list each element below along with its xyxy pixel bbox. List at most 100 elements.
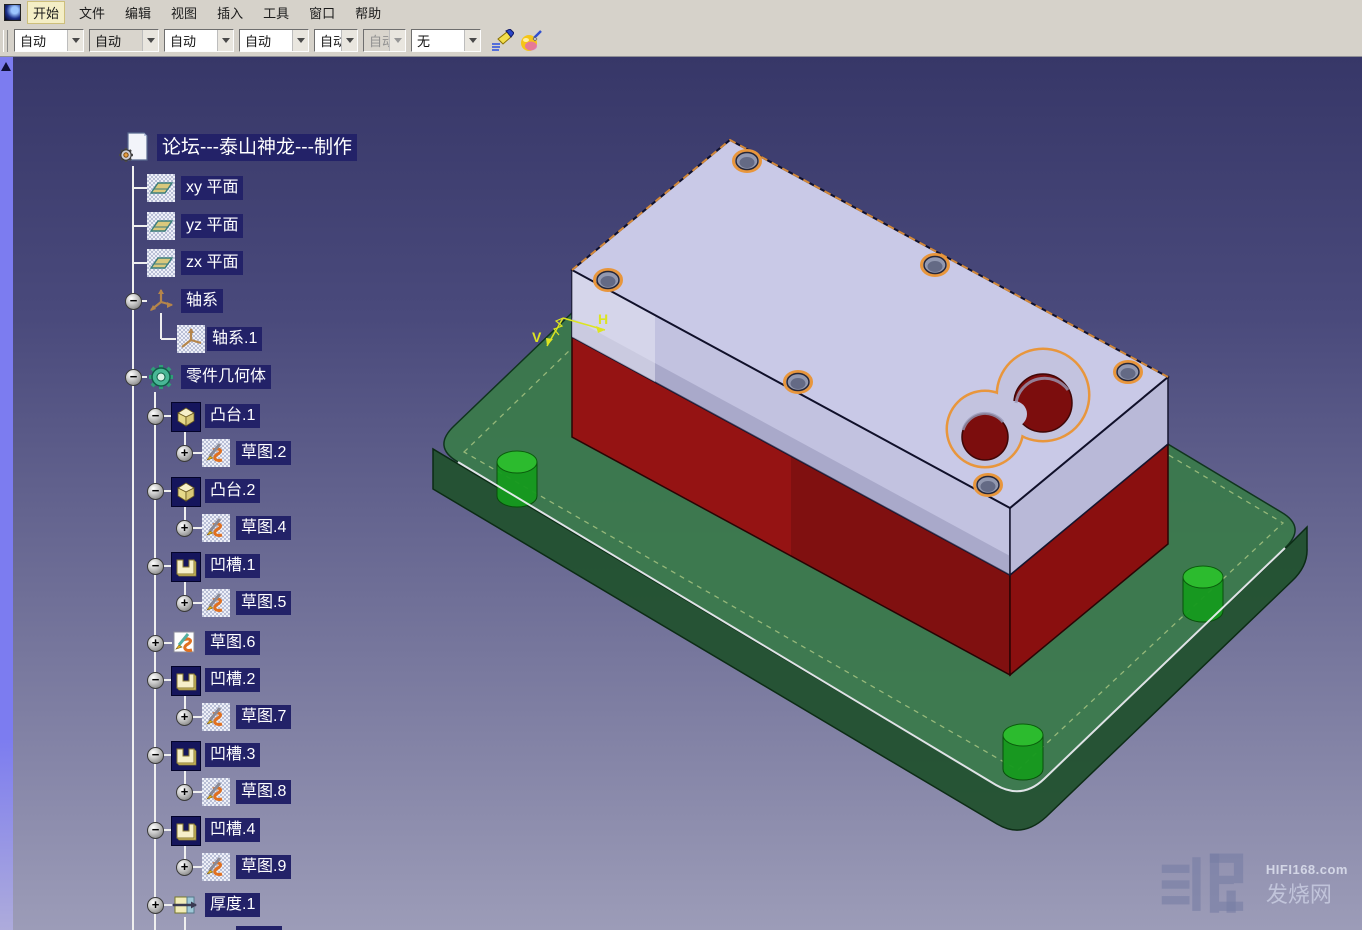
side-toolbar-strip: [0, 57, 14, 930]
collapse-icon-axis-system[interactable]: −: [125, 293, 142, 310]
graphic-props-dropdown-3[interactable]: 自动: [164, 29, 234, 52]
tree-item-pad-1[interactable]: 凸台.1: [205, 404, 260, 428]
collapse-icon-pad-2[interactable]: −: [147, 483, 164, 500]
expand-icon-sketch-7[interactable]: +: [176, 709, 193, 726]
graphic-props-dropdown-5[interactable]: 自动: [314, 29, 358, 52]
menu-item-insert[interactable]: 插入: [211, 1, 249, 24]
partbody-icon[interactable]: [147, 363, 175, 391]
pocket-icon[interactable]: [171, 552, 201, 582]
menu-item-window[interactable]: 窗口: [303, 1, 341, 24]
tree-item-pad-2[interactable]: 凸台.2: [205, 479, 260, 503]
sketch-icon[interactable]: [202, 439, 230, 467]
expand-icon-thickness-1[interactable]: +: [147, 897, 164, 914]
tree-item-pocket-1[interactable]: 凹槽.1: [205, 554, 260, 578]
expand-icon-sketch-8[interactable]: +: [176, 784, 193, 801]
plate-pin-left[interactable]: [497, 451, 537, 507]
graphic-props-dropdown-7[interactable]: 无: [411, 29, 481, 52]
graphic-props-dropdown-2[interactable]: 自动: [89, 29, 159, 52]
plane-icon[interactable]: [147, 174, 175, 202]
app-icon[interactable]: [4, 4, 21, 21]
chevron-down-icon[interactable]: [464, 30, 480, 51]
tree-item-sketch-9[interactable]: 草图.9: [236, 855, 291, 879]
tree-item-plane-yz[interactable]: yz 平面: [181, 214, 243, 238]
paintbrush-icon[interactable]: [489, 29, 515, 53]
pocket-icon[interactable]: [171, 816, 201, 846]
sphere-pen-icon[interactable]: [518, 29, 544, 53]
plate-pin-front[interactable]: [1003, 724, 1043, 780]
collapse-icon-part-body[interactable]: −: [125, 369, 142, 386]
scroll-up-icon[interactable]: [1, 62, 11, 71]
tree-item-sketch-6[interactable]: 草图.6: [205, 631, 260, 655]
chevron-down-icon[interactable]: [67, 30, 83, 51]
axes-dither-icon[interactable]: [177, 325, 205, 353]
chevron-down-icon[interactable]: [217, 30, 233, 51]
menu-item-view[interactable]: 视图: [165, 1, 203, 24]
tree-item-plane-zx[interactable]: zx 平面: [181, 251, 243, 275]
part-root-icon[interactable]: [116, 130, 152, 166]
expand-icon-sketch-5[interactable]: +: [176, 595, 193, 612]
tree-item-pocket-3[interactable]: 凹槽.3: [205, 743, 260, 767]
tree-item-thickness-1[interactable]: 厚度.1: [205, 893, 260, 917]
sketch-plain-icon[interactable]: [171, 629, 199, 657]
dropdown-value: 自动: [315, 31, 341, 50]
collapse-icon-pocket-3[interactable]: −: [147, 747, 164, 764]
screw-hole[interactable]: [734, 151, 761, 172]
screw-hole[interactable]: [785, 372, 812, 393]
screw-hole[interactable]: [595, 270, 622, 291]
menu-item-start[interactable]: 开始: [27, 1, 65, 24]
sphere-pen-glyph: [519, 29, 543, 53]
menubar-items: 开始文件编辑视图插入工具窗口帮助: [27, 1, 395, 24]
menu-item-help[interactable]: 帮助: [349, 1, 387, 24]
menu-item-tools[interactable]: 工具: [257, 1, 295, 24]
tree-item-axis-system-1[interactable]: 轴系.1: [207, 327, 262, 351]
tree-item-axis-system[interactable]: 轴系: [181, 289, 223, 313]
tree-item-sketch-7[interactable]: 草图.7: [236, 705, 291, 729]
sketch-icon[interactable]: [202, 589, 230, 617]
collapse-icon-pad-1[interactable]: −: [147, 408, 164, 425]
tree-item-sketch-4[interactable]: 草图.4: [236, 516, 291, 540]
axis-v-label: V: [532, 329, 542, 345]
tree-item-pocket-4[interactable]: 凹槽.4: [205, 818, 260, 842]
expand-icon-sketch-4[interactable]: +: [176, 520, 193, 537]
sketch-icon[interactable]: [202, 853, 230, 881]
chevron-down-icon[interactable]: [292, 30, 308, 51]
toolbar-dropdowns: 自动自动自动自动自动自动无: [14, 29, 486, 52]
toolbar-drag-handle[interactable]: [3, 30, 8, 52]
tree-item-partial[interactable]: [236, 926, 282, 930]
expand-icon-sketch-9[interactable]: +: [176, 859, 193, 876]
pad-icon[interactable]: [171, 477, 201, 507]
pad-icon[interactable]: [171, 402, 201, 432]
sketch-icon[interactable]: [202, 703, 230, 731]
sketch-icon[interactable]: [202, 778, 230, 806]
screw-hole[interactable]: [975, 475, 1002, 496]
graphic-props-dropdown-4[interactable]: 自动: [239, 29, 309, 52]
axes-icon[interactable]: [147, 287, 175, 315]
thickness-icon[interactable]: [171, 891, 199, 919]
watermark-cn: 发烧网: [1266, 877, 1348, 909]
tree-item-sketch-8[interactable]: 草图.8: [236, 780, 291, 804]
chevron-down-icon[interactable]: [142, 30, 158, 51]
pocket-icon[interactable]: [171, 741, 201, 771]
dropdown-value: 自动: [364, 31, 389, 50]
tree-item-pocket-2[interactable]: 凹槽.2: [205, 668, 260, 692]
collapse-icon-pocket-2[interactable]: −: [147, 672, 164, 689]
collapse-icon-pocket-1[interactable]: −: [147, 558, 164, 575]
plane-icon[interactable]: [147, 212, 175, 240]
expand-icon-sketch-2[interactable]: +: [176, 445, 193, 462]
screw-hole[interactable]: [922, 255, 949, 276]
tree-item-root[interactable]: 论坛---泰山神龙---制作: [157, 134, 357, 161]
sketch-icon[interactable]: [202, 514, 230, 542]
menu-item-edit[interactable]: 编辑: [119, 1, 157, 24]
tree-item-part-body[interactable]: 零件几何体: [181, 365, 271, 389]
screw-hole[interactable]: [1115, 362, 1142, 383]
menu-item-file[interactable]: 文件: [73, 1, 111, 24]
tree-item-sketch-5[interactable]: 草图.5: [236, 591, 291, 615]
plane-icon[interactable]: [147, 249, 175, 277]
pocket-icon[interactable]: [171, 666, 201, 696]
tree-item-sketch-2[interactable]: 草图.2: [236, 441, 291, 465]
tree-item-plane-xy[interactable]: xy 平面: [181, 176, 243, 200]
chevron-down-icon[interactable]: [341, 30, 357, 51]
graphic-props-dropdown-1[interactable]: 自动: [14, 29, 84, 52]
expand-icon-sketch-6[interactable]: +: [147, 635, 164, 652]
collapse-icon-pocket-4[interactable]: −: [147, 822, 164, 839]
